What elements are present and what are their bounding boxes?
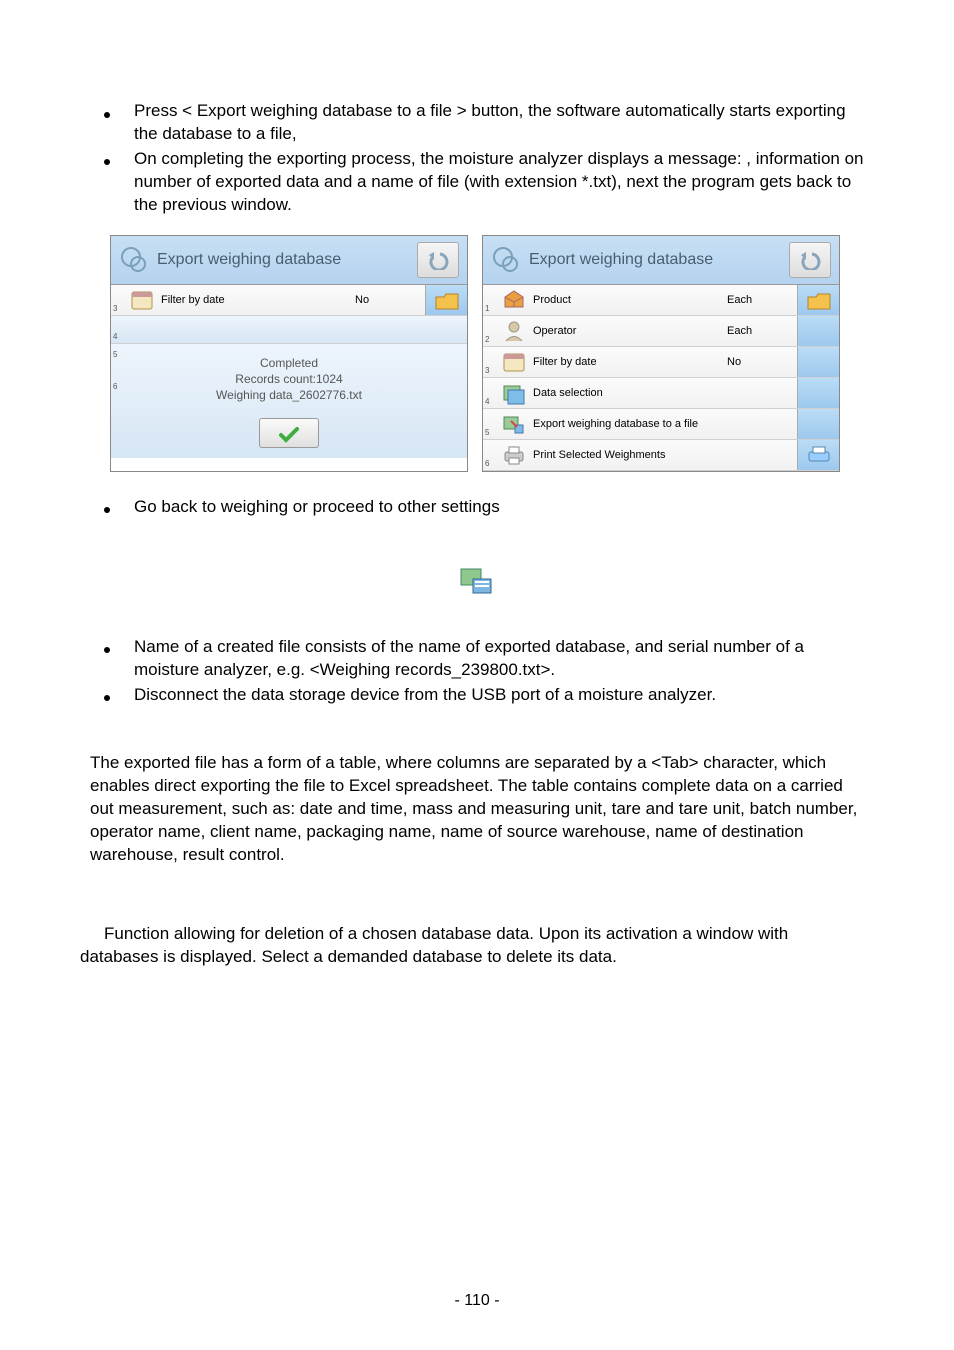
side-button[interactable]: [425, 285, 467, 315]
paragraph: Function allowing for deletion of a chos…: [80, 923, 864, 969]
bullet-dot-wrap: [100, 148, 134, 217]
row-number: 1: [483, 304, 497, 315]
row-label: Export weighing database to a file: [531, 412, 727, 436]
table-row[interactable]: 4 Data selection: [483, 378, 839, 409]
side-button[interactable]: [797, 378, 839, 408]
row-label: Data selection: [531, 381, 727, 405]
bullet-text: On completing the exporting process, the…: [134, 148, 864, 217]
bullet-dot-wrap: [100, 684, 134, 707]
side-button[interactable]: [797, 347, 839, 377]
product-icon: [501, 287, 527, 313]
row-label: Filter by date: [531, 350, 727, 374]
row-number: 6: [483, 459, 497, 470]
row-label: Print Selected Weighments: [531, 443, 727, 467]
export-icon: [501, 411, 527, 437]
bullet-dot-wrap: [100, 100, 134, 146]
print-icon: [501, 442, 527, 468]
bullet-text: Press < Export weighing database to a fi…: [134, 100, 864, 146]
screenshot-title: Export weighing database: [529, 251, 789, 269]
list-item: On completing the exporting process, the…: [100, 148, 864, 217]
table-row[interactable]: 3 Filter by date No: [483, 347, 839, 378]
row-number: 3: [111, 304, 125, 315]
list-item: Disconnect the data storage device from …: [100, 684, 864, 707]
gear-icon: [119, 245, 149, 275]
table-row[interactable]: 1 Product Each: [483, 285, 839, 316]
list-item: Name of a created file consists of the n…: [100, 636, 864, 682]
ok-button[interactable]: [259, 418, 319, 448]
row-value: No: [355, 294, 425, 306]
screenshot-header: Export weighing database: [483, 236, 839, 285]
screenshot-header: Export weighing database: [111, 236, 467, 285]
dialog-line: Records count:1024: [121, 372, 457, 386]
row-value: Each: [727, 294, 797, 306]
center-icon-wrap: [90, 565, 864, 600]
table-row[interactable]: 6 Print Selected Weighments: [483, 440, 839, 471]
table-row[interactable]: 3 Filter by date No: [111, 285, 467, 316]
row-number: 6: [113, 382, 117, 391]
page-number: - 110 -: [0, 1292, 954, 1310]
bullet-dot-wrap: [100, 496, 134, 519]
export-icon: [459, 565, 495, 595]
row-number: 5: [483, 428, 497, 439]
list-item: Go back to weighing or proceed to other …: [100, 496, 864, 519]
screenshot-body: 3 Filter by date No 4 5 6 Completed Reco…: [111, 285, 467, 458]
side-button[interactable]: [797, 440, 839, 470]
row-number: 5: [113, 350, 117, 359]
screenshot-right: Export weighing database 1 Product Each …: [482, 235, 840, 472]
back-button[interactable]: [789, 242, 831, 278]
date-icon: [129, 287, 155, 313]
bullet-list-lower: Name of a created file consists of the n…: [90, 636, 864, 707]
table-row[interactable]: 5 Export weighing database to a file: [483, 409, 839, 440]
bullet-list-mid: Go back to weighing or proceed to other …: [90, 496, 864, 519]
date-icon: [501, 349, 527, 375]
side-button[interactable]: [797, 285, 839, 315]
bullet-dot-wrap: [100, 636, 134, 682]
row-value: No: [727, 356, 797, 368]
bullet-text: Disconnect the data storage device from …: [134, 684, 864, 707]
row-label: Operator: [531, 319, 727, 343]
empty-row: 4: [111, 316, 467, 344]
operator-icon: [501, 318, 527, 344]
screenshot-row: Export weighing database 3 Filter by dat…: [110, 235, 864, 472]
row-number: 4: [111, 332, 125, 343]
gear-icon: [491, 245, 521, 275]
dialog-line: Weighing data_2602776.txt: [121, 388, 457, 402]
row-label: Filter by date: [159, 288, 355, 312]
row-number: 2: [483, 335, 497, 346]
screenshot-left: Export weighing database 3 Filter by dat…: [110, 235, 468, 472]
back-button[interactable]: [417, 242, 459, 278]
bullet-list-top: Press < Export weighing database to a fi…: [90, 100, 864, 217]
side-button[interactable]: [797, 409, 839, 439]
bullet-text: Go back to weighing or proceed to other …: [134, 496, 864, 519]
row-number: 3: [483, 366, 497, 377]
list-item: Press < Export weighing database to a fi…: [100, 100, 864, 146]
paragraph: The exported file has a form of a table,…: [90, 752, 864, 867]
bullet-text: Name of a created file consists of the n…: [134, 636, 864, 682]
row-number: 4: [483, 397, 497, 408]
row-label: Product: [531, 288, 727, 312]
dialog-line: Completed: [121, 356, 457, 370]
data-icon: [501, 380, 527, 406]
screenshot-title: Export weighing database: [157, 251, 417, 269]
side-button[interactable]: [797, 316, 839, 346]
row-value: Each: [727, 325, 797, 337]
table-row[interactable]: 2 Operator Each: [483, 316, 839, 347]
screenshot-body: 1 Product Each 2 Operator Each 3 Filter …: [483, 285, 839, 471]
completion-dialog: 5 6 Completed Records count:1024 Weighin…: [111, 344, 467, 458]
